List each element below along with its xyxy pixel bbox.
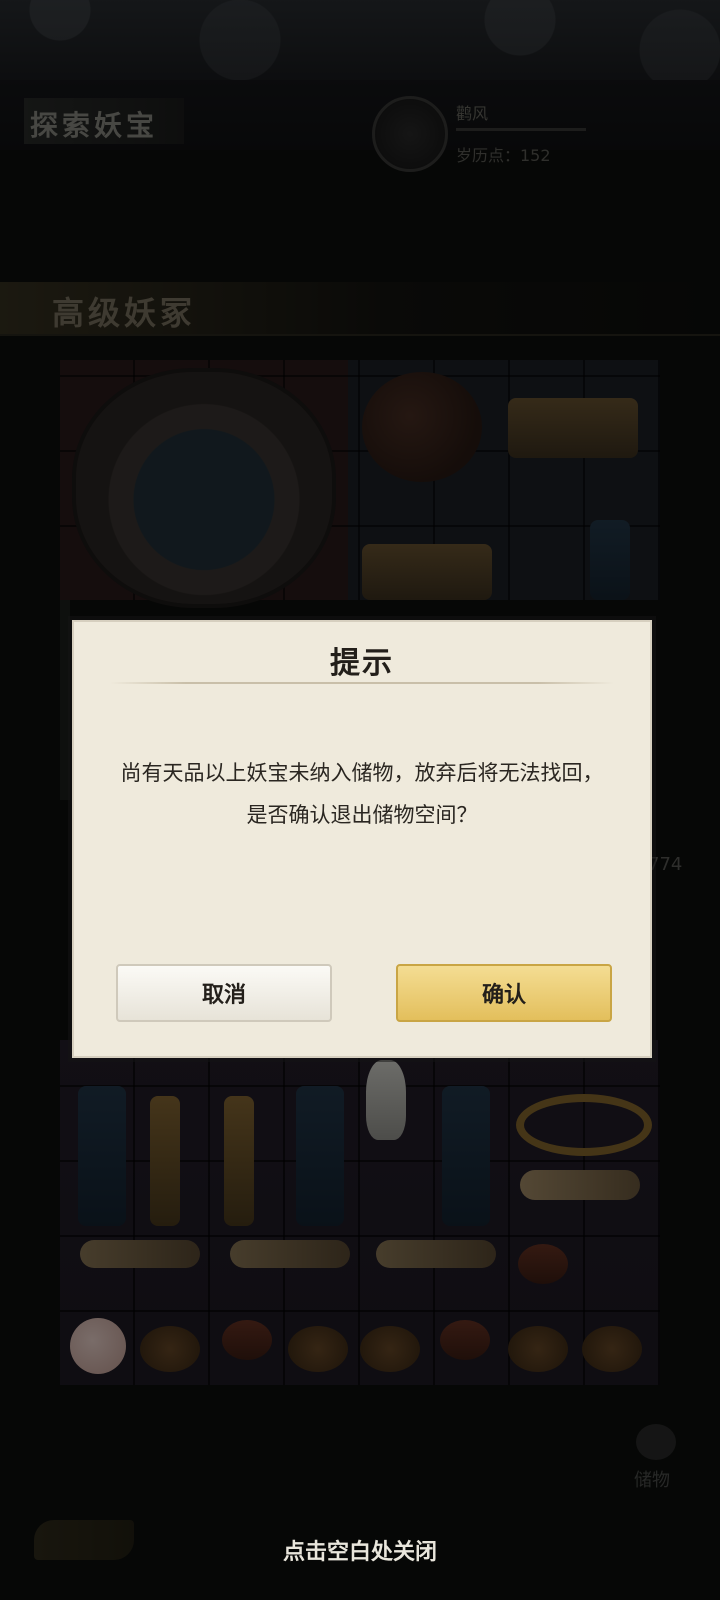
cancel-button[interactable]: 取消 [116,964,332,1022]
dialog-title: 提示 [330,646,394,681]
confirm-button[interactable]: 确认 [396,964,612,1022]
dialog-message: 尚有天品以上妖宝未纳入储物，放弃后将无法找回，是否确认退出储物空间？ [120,761,604,827]
confirm-dialog: 提示 尚有天品以上妖宝未纳入储物，放弃后将无法找回，是否确认退出储物空间？ 取消… [72,620,652,1058]
dialog-divider [110,682,614,684]
close-hint[interactable]: 点击空白处关闭 [0,1534,720,1566]
